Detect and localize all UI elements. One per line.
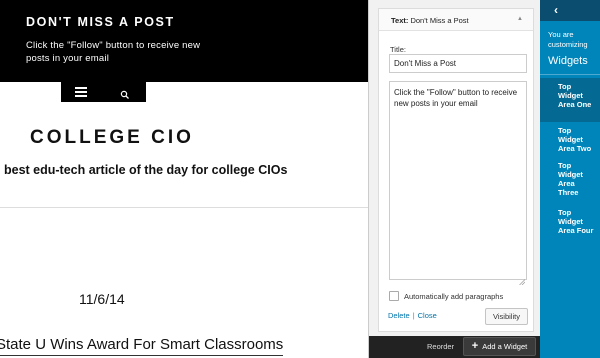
site-top-banner: DON'T MISS A POST Click the "Follow" but… <box>0 0 368 82</box>
area-label-line: Top <box>558 126 572 135</box>
area-label-line: Widget <box>558 217 583 226</box>
area-label-line: Widget <box>558 91 583 100</box>
widget-text-area[interactable]: Click the "Follow" button to receive new… <box>389 81 527 280</box>
banner-widget-title: DON'T MISS A POST <box>26 15 175 29</box>
add-widget-label: Add a Widget <box>482 342 528 351</box>
search-icon[interactable] <box>120 87 130 99</box>
widget-area-top-four[interactable]: Top Widget Area Four <box>540 207 600 247</box>
customizing-line-1: You are <box>548 30 574 39</box>
auto-paragraphs-checkbox[interactable] <box>389 291 399 301</box>
divider <box>540 74 600 75</box>
add-widget-button[interactable]: + Add a Widget <box>463 337 536 356</box>
delete-link[interactable]: Delete <box>388 311 410 320</box>
widget-header-title: Don't Miss a Post <box>410 16 469 25</box>
post-title-link[interactable]: State U Wins Award For Smart Classrooms <box>0 336 284 356</box>
area-label-line: Widget <box>558 170 583 179</box>
widget-area-top-three[interactable]: Top Widget Area Three <box>540 160 600 207</box>
widget-panel: Text: Don't Miss a Post ▲ Title: Click t… <box>368 0 541 358</box>
reorder-button[interactable]: Reorder <box>427 342 454 351</box>
link-separator: | <box>412 311 415 320</box>
area-label-line: Area Two <box>558 144 592 153</box>
customizing-label: You are customizing <box>548 30 588 50</box>
area-label-line: Area <box>558 179 575 188</box>
widget-header[interactable]: Text: Don't Miss a Post ▲ <box>379 9 533 31</box>
area-label-line: Three <box>558 188 579 197</box>
chevron-left-icon: ‹ <box>554 3 558 17</box>
banner-widget-text: Click the "Follow" button to receive new… <box>26 40 201 64</box>
text-widget: Text: Don't Miss a Post ▲ Title: Click t… <box>378 8 534 332</box>
area-label-line: Top <box>558 208 572 217</box>
area-label-line: Area Four <box>558 226 594 235</box>
plus-icon: + <box>471 340 479 352</box>
widget-panel-footer: Reorder + Add a Widget <box>369 336 541 358</box>
widget-header-label: Text: Don't Miss a Post <box>391 16 469 25</box>
widget-type: Text: <box>391 16 409 25</box>
title-label: Title: <box>390 45 406 54</box>
back-button[interactable]: ‹ <box>540 0 600 21</box>
auto-paragraphs-label: Automatically add paragraphs <box>404 291 504 301</box>
area-label-line: Widget <box>558 135 583 144</box>
close-link[interactable]: Close <box>418 311 437 320</box>
auto-paragraphs-option[interactable]: Automatically add paragraphs <box>389 291 503 301</box>
customizer-sidebar: ‹ You are customizing Widgets Top Widget… <box>540 0 600 358</box>
widget-area-top-one[interactable]: Top Widget Area One <box>540 78 600 122</box>
area-label-line: Area One <box>558 100 592 109</box>
area-label-line: Top <box>558 161 572 170</box>
section-title: Widgets <box>548 55 588 67</box>
site-title[interactable]: COLLEGE CIO <box>30 127 194 149</box>
title-input[interactable] <box>389 54 527 73</box>
menu-icon[interactable] <box>75 87 87 97</box>
divider <box>0 207 368 208</box>
visibility-button[interactable]: Visibility <box>485 308 528 325</box>
site-tagline: best edu-tech article of the day for col… <box>4 163 288 177</box>
site-preview: DON'T MISS A POST Click the "Follow" but… <box>0 0 368 358</box>
widget-control-links: Delete | Close <box>388 311 437 320</box>
customizing-line-2: customizing <box>548 40 588 49</box>
area-label-line: Top <box>558 82 572 91</box>
resize-handle-icon[interactable] <box>519 272 526 286</box>
collapse-arrow-icon[interactable]: ▲ <box>517 16 523 22</box>
post-date: 11/6/14 <box>79 291 125 307</box>
widget-area-top-two[interactable]: Top Widget Area Two <box>540 122 600 160</box>
site-nav-bar <box>61 82 146 102</box>
